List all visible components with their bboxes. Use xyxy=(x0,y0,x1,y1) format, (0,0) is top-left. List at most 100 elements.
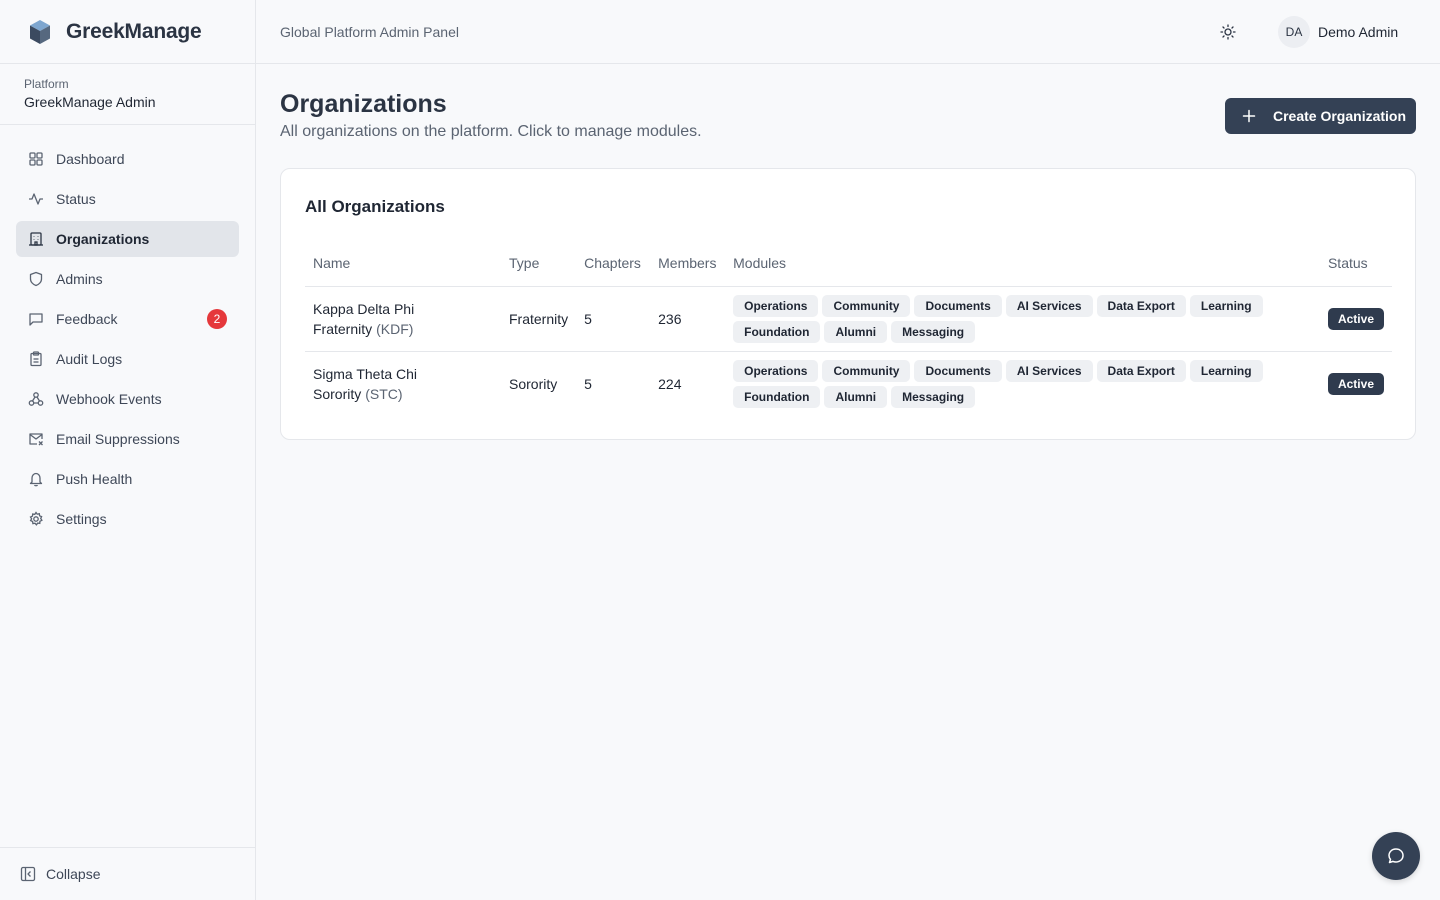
chat-bubble-icon xyxy=(1388,848,1404,864)
table-row[interactable]: Sigma Theta Chi Sorority (STC) Sorority 5… xyxy=(305,351,1392,416)
sidebar-item-audit-logs[interactable]: Audit Logs xyxy=(16,341,239,377)
module-tag: Operations xyxy=(733,359,819,382)
clipboard-icon xyxy=(28,351,44,367)
organizations-table: Name Type Chapters Members Modules Statu… xyxy=(305,241,1392,416)
module-tag: Data Export xyxy=(1096,294,1186,317)
header-title: Global Platform Admin Panel xyxy=(280,23,459,40)
sidebar-nav: Dashboard Status Organizations Admins Fe… xyxy=(0,125,255,537)
sidebar-item-settings[interactable]: Settings xyxy=(16,501,239,537)
sidebar-item-status[interactable]: Status xyxy=(16,181,239,217)
sidebar-item-label: Status xyxy=(56,191,96,207)
dashboard-icon xyxy=(28,151,44,167)
brand-name: GreekManage xyxy=(66,19,202,43)
chat-button[interactable] xyxy=(1372,832,1420,880)
panel-collapse-icon xyxy=(20,866,36,882)
module-tags: Operations Community Documents AI Servic… xyxy=(733,359,1263,408)
column-header-name[interactable]: Name xyxy=(305,241,501,287)
bell-icon xyxy=(28,471,44,487)
module-tag: AI Services xyxy=(1005,294,1093,317)
module-tag: Documents xyxy=(914,359,1002,382)
sidebar-item-label: Email Suppressions xyxy=(56,431,180,447)
sidebar-item-label: Feedback xyxy=(56,311,118,327)
table-row[interactable]: Kappa Delta Phi Fraternity (KDF) Fraterni… xyxy=(305,286,1392,352)
org-members: 224 xyxy=(658,375,682,392)
sidebar-item-label: Settings xyxy=(56,511,107,527)
create-organization-label: Create Organization xyxy=(1273,108,1407,124)
module-tag: Foundation xyxy=(733,385,821,408)
module-tag: Learning xyxy=(1189,294,1263,317)
column-header-chapters[interactable]: Chapters xyxy=(576,241,651,287)
module-tag: Alumni xyxy=(824,385,888,408)
column-header-status[interactable]: Status xyxy=(1319,241,1392,287)
org-type: Fraternity xyxy=(501,286,577,352)
brand[interactable]: GreekManage xyxy=(0,0,255,64)
module-tag: Alumni xyxy=(824,320,888,343)
org-members: 236 xyxy=(650,286,726,352)
create-organization-button[interactable]: Create Organization xyxy=(1225,98,1416,134)
org-type: Sorority xyxy=(509,375,558,392)
org-chapters: 5 xyxy=(584,375,592,392)
module-tag: Learning xyxy=(1189,359,1263,382)
org-abbr: (STC) xyxy=(365,385,403,402)
card-title: All Organizations xyxy=(305,197,445,216)
gear-icon xyxy=(28,511,44,527)
sidebar-item-label: Organizations xyxy=(56,231,150,247)
sidebar-item-label: Admins xyxy=(56,271,103,287)
org-status-cell: Active xyxy=(1320,351,1392,416)
module-tag: Messaging xyxy=(891,320,976,343)
mail-x-icon xyxy=(28,431,44,447)
org-chapters: 5 xyxy=(576,286,651,352)
org-modules-cell: Operations Community Documents AI Servic… xyxy=(725,286,1320,352)
module-tag: Foundation xyxy=(733,320,821,343)
org-status-cell: Active xyxy=(1319,286,1392,352)
sidebar-item-dashboard[interactable]: Dashboard xyxy=(16,141,239,177)
org-abbr: (KDF) xyxy=(376,320,414,337)
user-menu[interactable]: DA Demo Admin xyxy=(1278,16,1398,48)
module-tag: Messaging xyxy=(891,385,976,408)
plus-icon xyxy=(1241,108,1257,124)
top-header: Global Platform Admin Panel DA Demo Admi… xyxy=(256,0,1440,64)
platform-label: Platform xyxy=(24,77,69,91)
message-square-icon xyxy=(28,311,44,327)
activity-icon xyxy=(28,191,44,207)
collapse-button[interactable]: Collapse xyxy=(0,847,255,900)
org-name-cell: Kappa Delta Phi Fraternity (KDF) xyxy=(305,286,501,352)
column-header-modules[interactable]: Modules xyxy=(725,241,1320,287)
column-header-type[interactable]: Type xyxy=(501,241,577,287)
organizations-card: All Organizations Name Type Chapters Mem… xyxy=(280,168,1416,440)
module-tag: Community xyxy=(822,294,911,317)
module-tag: Data Export xyxy=(1096,359,1186,382)
logo-icon xyxy=(30,19,50,44)
sidebar: GreekManage Platform GreekManage Admin D… xyxy=(0,0,256,900)
sidebar-item-organizations[interactable]: Organizations xyxy=(16,221,239,257)
user-name: Demo Admin xyxy=(1318,24,1399,40)
shield-icon xyxy=(28,271,44,287)
module-tags: Operations Community Documents AI Servic… xyxy=(733,294,1263,343)
sidebar-item-email-suppressions[interactable]: Email Suppressions xyxy=(16,421,239,457)
module-tag: AI Services xyxy=(1005,359,1093,382)
sidebar-item-admins[interactable]: Admins xyxy=(16,261,239,297)
theme-toggle-button[interactable] xyxy=(1216,20,1240,44)
status-badge: Active xyxy=(1327,372,1384,395)
feedback-count-badge: 2 xyxy=(207,309,227,329)
sun-icon xyxy=(1220,24,1236,40)
module-tag: Community xyxy=(822,359,911,382)
sidebar-item-push-health[interactable]: Push Health xyxy=(16,461,239,497)
building-icon xyxy=(28,231,44,247)
sidebar-item-label: Webhook Events xyxy=(56,391,162,407)
org-modules-cell: Operations Community Documents AI Servic… xyxy=(725,351,1320,416)
sidebar-item-feedback[interactable]: Feedback 2 xyxy=(16,301,239,337)
platform-name: GreekManage Admin xyxy=(24,94,156,110)
page-title: Organizations xyxy=(280,90,447,118)
avatar: DA xyxy=(1278,16,1310,48)
sidebar-item-label: Audit Logs xyxy=(56,351,123,367)
column-header-members[interactable]: Members xyxy=(650,241,726,287)
sidebar-item-label: Dashboard xyxy=(56,151,125,167)
org-name-cell: Sigma Theta Chi Sorority (STC) xyxy=(305,351,501,416)
module-tag: Documents xyxy=(914,294,1002,317)
sidebar-item-webhook-events[interactable]: Webhook Events xyxy=(16,381,239,417)
sidebar-item-label: Push Health xyxy=(56,471,133,487)
module-tag: Operations xyxy=(733,294,819,317)
status-badge: Active xyxy=(1327,307,1384,330)
collapse-label: Collapse xyxy=(46,866,101,882)
